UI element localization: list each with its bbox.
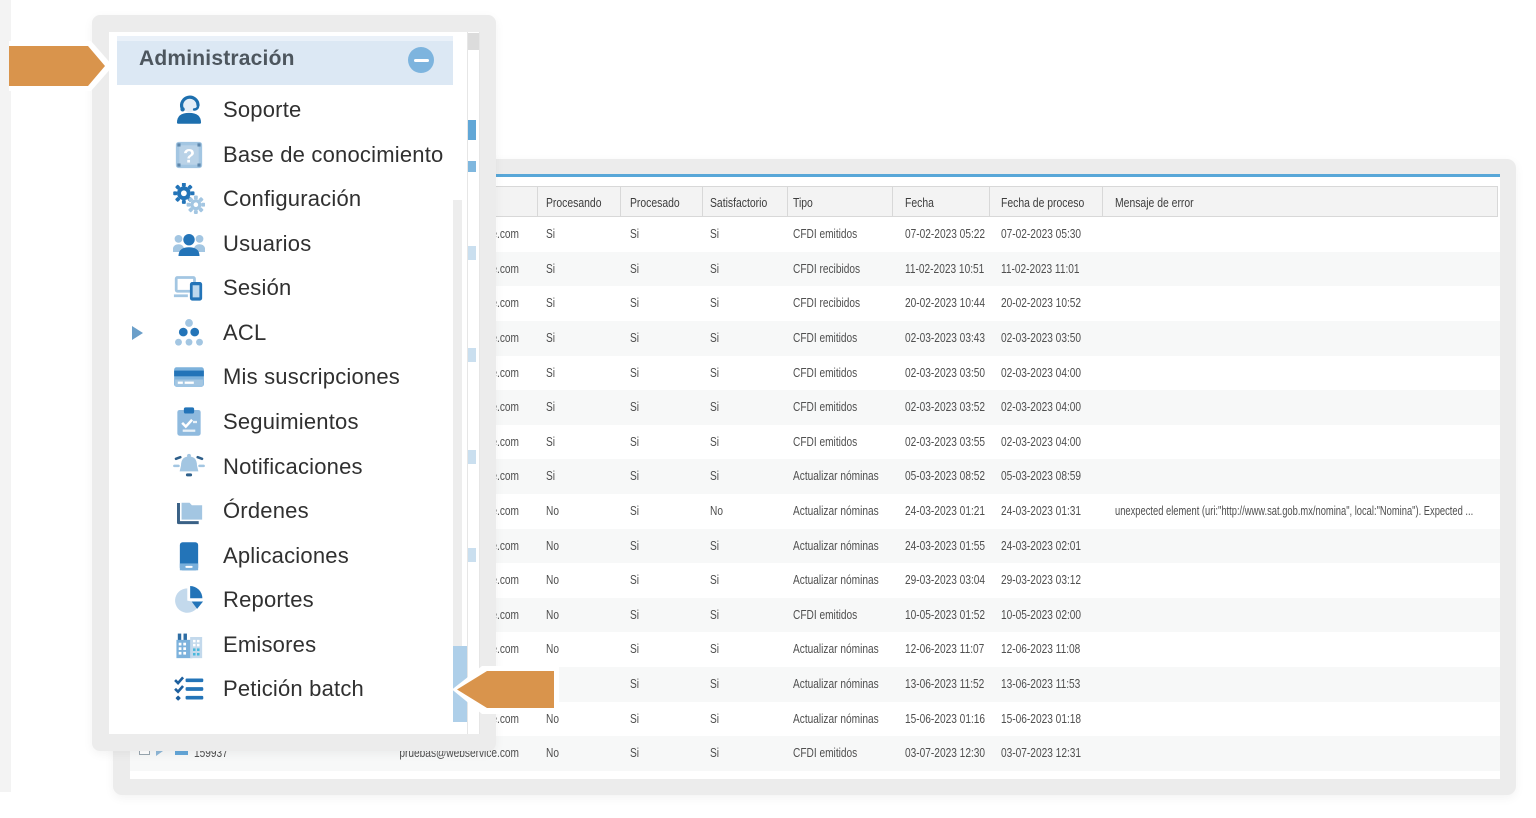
svg-text:?: ? [183,145,195,167]
